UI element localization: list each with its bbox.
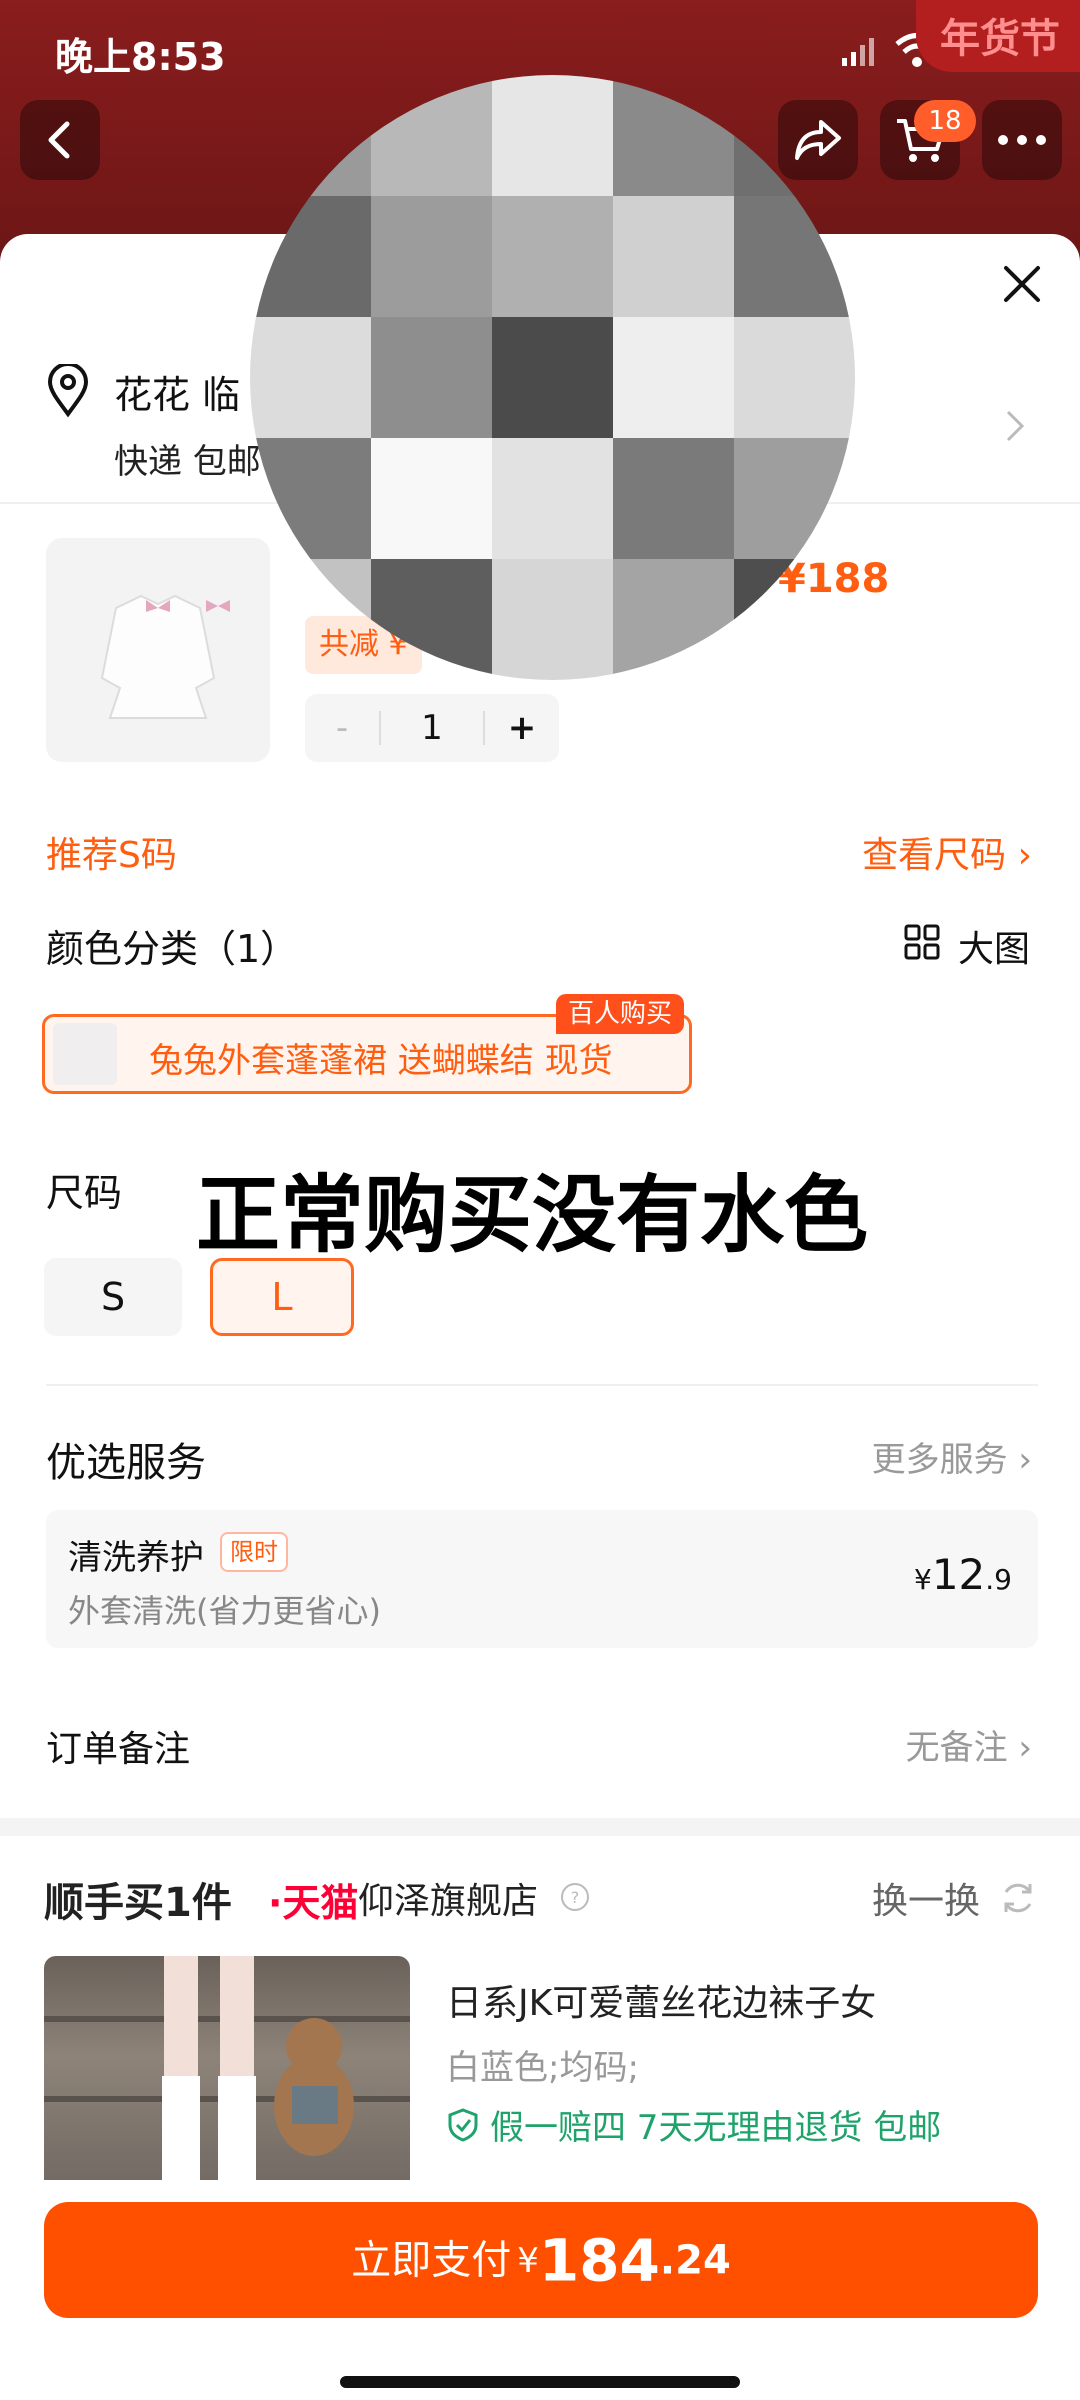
cart-count-badge: 18 xyxy=(914,100,976,142)
close-icon[interactable] xyxy=(1000,262,1044,306)
order-note-value[interactable]: 无备注 › xyxy=(906,1720,1032,1769)
service-name: 清洗养护 xyxy=(68,1538,204,1578)
popularity-badge: 百人购买 xyxy=(556,994,685,1034)
product-price: ¥188 xyxy=(778,556,890,602)
increase-button[interactable]: + xyxy=(485,708,559,748)
tmall-logo: ·天猫 xyxy=(268,1872,358,1927)
location-pin-icon xyxy=(47,364,89,418)
share-icon xyxy=(795,120,841,160)
decrease-button[interactable]: - xyxy=(305,708,379,748)
size-option-l[interactable]: L xyxy=(210,1258,354,1336)
chevron-left-icon xyxy=(48,121,70,159)
pixelated-mosaic-overlay xyxy=(250,75,855,680)
limited-tag: 限时 xyxy=(220,1532,288,1572)
big-image-toggle[interactable]: 大图 xyxy=(958,920,1030,972)
color-option-label: 兔兔外套蓬蓬裙 送蝴蝶结 现货 xyxy=(149,1041,613,1081)
service-price-currency: ¥ xyxy=(914,1563,932,1596)
signal-icon xyxy=(842,38,874,66)
address-name[interactable]: 花花 临 xyxy=(114,364,240,419)
refresh-icon[interactable] xyxy=(998,1878,1038,1918)
size-chart-link[interactable]: 查看尺码 › xyxy=(862,826,1032,878)
more-services-link[interactable]: 更多服务 › xyxy=(872,1432,1032,1481)
more-button[interactable] xyxy=(982,100,1062,180)
services-title: 优选服务 xyxy=(46,1440,206,1486)
addon-product-name[interactable]: 日系JK可爱蕾丝花边袜子女 xyxy=(446,1974,876,2026)
size-option-s[interactable]: S xyxy=(44,1258,182,1336)
service-price: ¥12.9 xyxy=(914,1550,1012,1599)
quantity-value[interactable]: 1 xyxy=(381,708,483,748)
addon-product-spec[interactable]: 白蓝色;均码; xyxy=(446,2040,639,2089)
help-icon[interactable]: ? xyxy=(560,1882,590,1912)
shield-check-icon xyxy=(448,2107,478,2142)
addon-product-image[interactable] xyxy=(44,1956,410,2180)
addon-guarantee: 假一赔四 7天无理由退货 包邮 xyxy=(446,2100,941,2149)
service-description: 外套清洗(省力更省心) xyxy=(68,1592,381,1630)
pay-currency: ¥ xyxy=(517,2240,539,2281)
share-button[interactable] xyxy=(778,100,858,180)
size-title: 尺码 xyxy=(46,1171,123,1215)
status-time: 晚上8:53 xyxy=(55,35,226,79)
service-price-decimal: .9 xyxy=(985,1563,1012,1596)
tmall-dot: · xyxy=(268,1881,283,1925)
product-thumbnail[interactable] xyxy=(46,538,270,762)
shipping-method: 快递 包邮 xyxy=(114,442,261,482)
home-indicator[interactable] xyxy=(340,2376,740,2388)
color-option-thumbnail xyxy=(53,1023,117,1085)
back-button[interactable] xyxy=(20,100,100,180)
grid-view-icon[interactable] xyxy=(904,924,940,960)
overlay-caption: 正常购买没有水色 xyxy=(196,1166,869,1264)
dress-image xyxy=(46,538,270,762)
pay-amount: 184 xyxy=(538,2226,660,2295)
service-price-integer: 12 xyxy=(931,1550,986,1599)
section-separator xyxy=(0,1818,1080,1836)
svg-text:?: ? xyxy=(571,1888,580,1907)
color-category-title: 颜色分类（1） xyxy=(46,927,299,971)
shop-name[interactable]: 仰泽旗舰店 xyxy=(358,1872,538,1924)
more-icon xyxy=(998,135,1046,145)
addon-title: 顺手买1件 xyxy=(44,1870,232,1928)
socks-photo xyxy=(44,1956,410,2180)
pay-label: 立即支付 xyxy=(351,2237,512,2284)
addon-title-text: 顺手买1件 xyxy=(44,1880,232,1926)
quantity-stepper: - 1 + xyxy=(305,694,559,762)
service-card-cleaning[interactable]: 清洗养护 限时 外套清洗(省力更省心) ¥12.9 xyxy=(46,1510,1038,1648)
recommended-size: 推荐S码 xyxy=(46,835,177,876)
festival-banner: 年货节 xyxy=(916,0,1080,72)
tmall-text: 天猫 xyxy=(282,1881,359,1925)
pay-now-button[interactable]: 立即支付 ¥184.24 xyxy=(44,2202,1038,2318)
guarantee-text: 假一赔四 7天无理由退货 包邮 xyxy=(490,2108,942,2148)
order-note-title: 订单备注 xyxy=(46,1729,191,1770)
chevron-right-icon[interactable] xyxy=(1000,406,1028,446)
divider xyxy=(46,1384,1038,1386)
swap-label[interactable]: 换一换 xyxy=(872,1872,980,1924)
pay-cents: .24 xyxy=(659,2237,731,2284)
